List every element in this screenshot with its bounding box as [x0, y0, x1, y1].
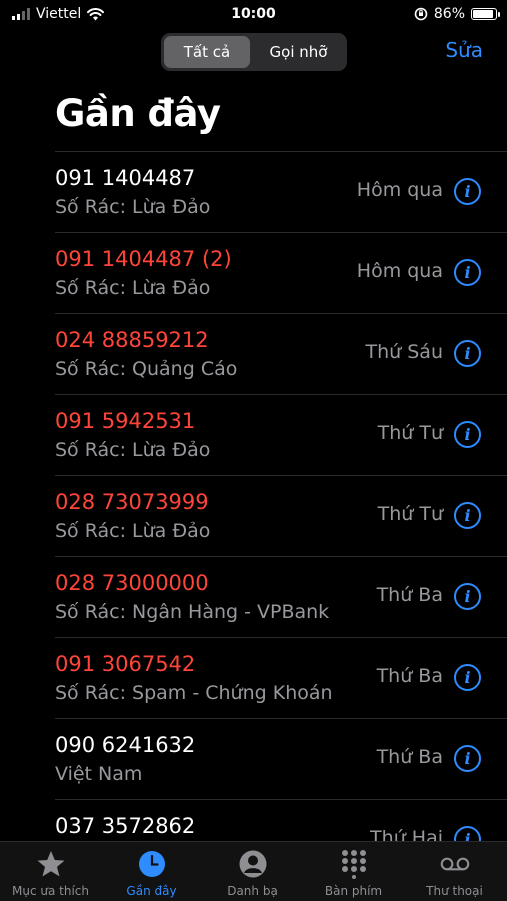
- tab-voicemail[interactable]: Thư thoại: [404, 842, 505, 901]
- call-number: 024 88859212: [55, 328, 209, 352]
- call-label: Số Rác: Ngân Hàng - VPBank: [55, 601, 330, 623]
- segment-all-calls[interactable]: Tất cả: [164, 36, 250, 68]
- tab-recents[interactable]: Gần đây: [101, 842, 202, 901]
- call-row[interactable]: 091 3067542 Số Rác: Spam - Chứng Khoán T…: [0, 637, 507, 718]
- tab-bar: Mục ưa thích Gần đây Danh bạ Bàn phím Th…: [0, 841, 507, 901]
- call-time: Thứ Tư: [377, 422, 443, 444]
- status-right: 86%: [414, 6, 500, 22]
- tab-favorites[interactable]: Mục ưa thích: [0, 842, 101, 901]
- status-bar: Viettel 10:00 86%: [0, 0, 507, 28]
- info-icon[interactable]: i: [454, 583, 481, 610]
- info-icon[interactable]: i: [454, 340, 481, 367]
- call-number: 028 73000000: [55, 571, 209, 595]
- call-label: Số Rác: Lừa Đảo: [55, 439, 211, 461]
- call-label: Số Rác: Lừa Đảo: [55, 277, 211, 299]
- tab-label: Bàn phím: [324, 884, 383, 898]
- call-time: Thứ Sáu: [365, 341, 443, 363]
- clock-icon: [137, 849, 167, 879]
- call-row[interactable]: 091 1404487 Số Rác: Lừa Đảo Hôm qua i: [0, 151, 507, 232]
- segment-missed-calls[interactable]: Gọi nhỡ: [253, 36, 344, 68]
- call-number: 091 5942531: [55, 409, 196, 433]
- tab-contacts[interactable]: Danh bạ: [202, 842, 303, 901]
- call-number: 028 73073999: [55, 490, 209, 514]
- call-time: Thứ Ba: [376, 746, 443, 768]
- info-icon[interactable]: i: [454, 178, 481, 205]
- person-icon: [238, 849, 268, 879]
- tab-label: Mục ưa thích: [12, 884, 89, 898]
- edit-button[interactable]: Sửa: [445, 38, 483, 62]
- voicemail-icon: [440, 849, 470, 879]
- call-row[interactable]: 028 73073999 Số Rác: Lừa Đảo Thứ Tư i: [0, 475, 507, 556]
- tab-label: Thư thoại: [426, 884, 483, 898]
- call-row[interactable]: 024 88859212 Số Rác: Quảng Cáo Thứ Sáu i: [0, 313, 507, 394]
- call-row[interactable]: 028 73000000 Số Rác: Ngân Hàng - VPBank …: [0, 556, 507, 637]
- call-number: 091 1404487 (2): [55, 247, 232, 271]
- info-icon[interactable]: i: [454, 421, 481, 448]
- call-label: Số Rác: Lừa Đảo: [55, 520, 211, 542]
- call-label: Số Rác: Quảng Cáo: [55, 358, 238, 380]
- call-number: 090 6241632: [55, 733, 196, 757]
- tab-label: Danh bạ: [227, 884, 278, 898]
- call-label: Số Rác: Lừa Đảo: [55, 196, 211, 218]
- star-icon: [36, 849, 66, 879]
- info-icon[interactable]: i: [454, 259, 481, 286]
- call-number: 091 3067542: [55, 652, 196, 676]
- battery-percent: 86%: [433, 6, 465, 22]
- call-row[interactable]: 091 1404487 (2) Số Rác: Lừa Đảo Hôm qua …: [0, 232, 507, 313]
- tab-keypad[interactable]: Bàn phím: [303, 842, 404, 901]
- calls-filter-segmented-control: Tất cả Gọi nhỡ: [161, 33, 347, 71]
- call-row[interactable]: 091 5942531 Số Rác: Lừa Đảo Thứ Tư i: [0, 394, 507, 475]
- orientation-lock-icon: [414, 7, 428, 21]
- call-number: 091 1404487: [55, 166, 196, 190]
- call-time: Thứ Tư: [377, 503, 443, 525]
- info-icon[interactable]: i: [454, 745, 481, 772]
- keypad-icon: [339, 849, 369, 879]
- call-label: Số Rác: Spam - Chứng Khoán: [55, 682, 333, 704]
- call-time: Thứ Ba: [376, 665, 443, 687]
- info-icon[interactable]: i: [454, 664, 481, 691]
- info-icon[interactable]: i: [454, 502, 481, 529]
- call-time: Hôm qua: [356, 260, 443, 282]
- recent-calls-list: 091 1404487 Số Rác: Lừa Đảo Hôm qua i 09…: [0, 151, 507, 880]
- tab-label: Gần đây: [126, 884, 177, 898]
- call-time: Hôm qua: [356, 179, 443, 201]
- call-number: 037 3572862: [55, 814, 196, 838]
- battery-icon: [471, 8, 500, 20]
- call-row[interactable]: 090 6241632 Việt Nam Thứ Ba i: [0, 718, 507, 799]
- page-title: Gần đây: [55, 92, 221, 135]
- call-time: Thứ Ba: [376, 584, 443, 606]
- call-label: Việt Nam: [55, 763, 143, 785]
